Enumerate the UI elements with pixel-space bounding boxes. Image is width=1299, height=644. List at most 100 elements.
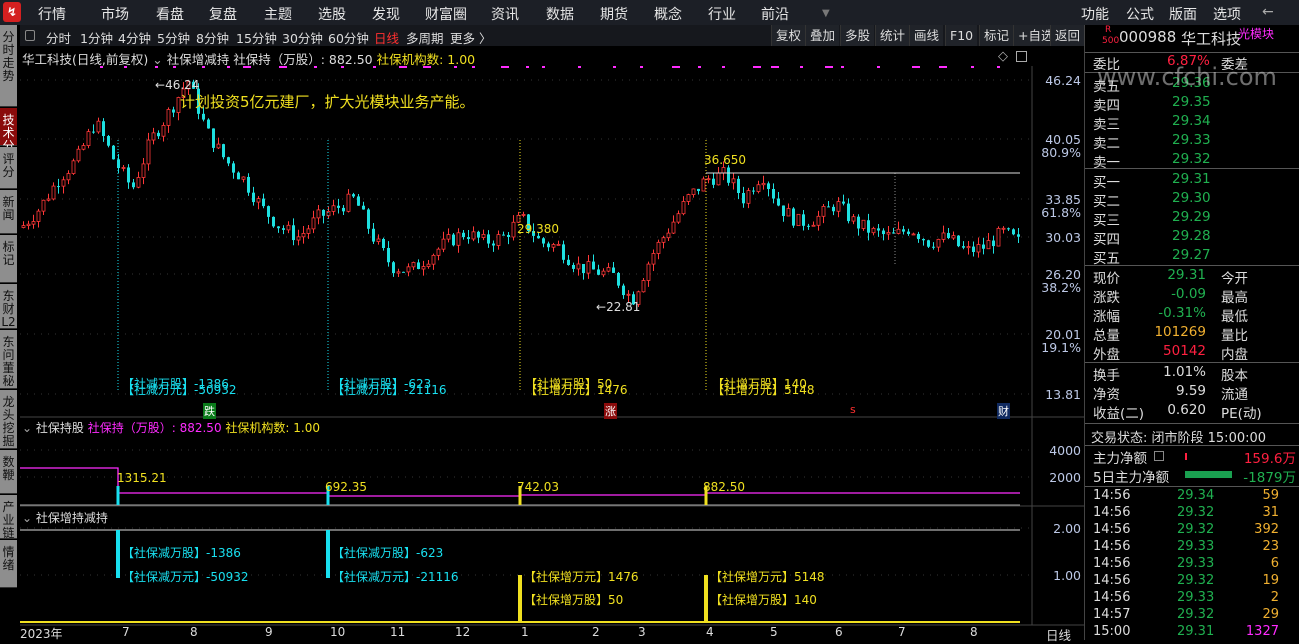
candle (462, 232, 465, 238)
stat-label: 换手 (1093, 368, 1120, 384)
candle (957, 235, 960, 247)
stock-title: 华工科技(日线,前复权) (22, 52, 149, 67)
candle (141, 163, 146, 178)
org-label: 社保机构数: 1.00 (376, 52, 476, 67)
price-axis-label: 38.2% (1041, 280, 1081, 295)
event-mark (753, 66, 761, 68)
candle (947, 232, 950, 239)
tick-price: 29.34 (1177, 488, 1215, 503)
news-annotation[interactable]: 计划投资5亿元建厂，扩大光模块业务产能。 (180, 91, 475, 112)
candle (902, 229, 905, 232)
candle (387, 248, 390, 263)
candle (601, 270, 606, 276)
panel-expand-icon[interactable] (1016, 51, 1027, 62)
panel2-axis-label: 2000 (1049, 470, 1081, 485)
candle (646, 263, 651, 281)
tick-price: 29.33 (1177, 539, 1215, 554)
candle (352, 194, 355, 197)
candle (871, 227, 876, 234)
candle (777, 198, 780, 206)
event-mark (672, 66, 680, 68)
candle (507, 234, 510, 237)
tick-time: 14:56 (1093, 556, 1131, 571)
watermark: www.cfchi.com (1097, 63, 1277, 91)
stat-label-2: PE(动) (1221, 406, 1262, 422)
candle (487, 234, 490, 244)
concept-tag[interactable]: 光模块 (1238, 25, 1274, 42)
event-tag[interactable]: 跌 (203, 403, 216, 419)
candle (76, 148, 81, 162)
stat-label: 总量 (1093, 328, 1120, 344)
panel3-header: ⌄ 社保增持减持 (22, 509, 108, 526)
indicator-toggle-icon[interactable]: ⌄ (22, 421, 32, 435)
panel3-name[interactable]: 社保增持减持 (36, 511, 108, 525)
low-label: ←22.81 (596, 300, 641, 314)
main-flow-value: 159.6万 (1243, 451, 1296, 467)
event-tag[interactable]: 财 (997, 403, 1010, 419)
candle (157, 132, 160, 137)
panel2-name[interactable]: 社保持股 (36, 421, 84, 435)
candle (92, 131, 95, 133)
candle (471, 231, 476, 240)
candle (306, 228, 311, 234)
bid-price: 29.27 (1172, 247, 1211, 263)
period-label[interactable]: 日线 (1046, 625, 1071, 644)
divider (1085, 423, 1299, 424)
candle (267, 206, 270, 217)
indicator-toggle-icon[interactable]: ⌄ (22, 511, 32, 525)
bid-label: 买四 (1093, 232, 1120, 248)
candle (36, 210, 41, 222)
detail-icon[interactable] (1154, 451, 1164, 461)
candle (656, 241, 661, 254)
stat-value: 9.59 (1175, 383, 1206, 399)
tick-volume: 2 (1270, 590, 1279, 605)
candle (676, 213, 681, 223)
back-arrow-icon[interactable]: ← (1262, 4, 1274, 20)
candle (792, 208, 795, 226)
panel3-axis-label: 1.00 (1053, 568, 1081, 583)
candle (996, 227, 1001, 247)
candle (796, 213, 801, 227)
stat-label-2: 股本 (1221, 368, 1248, 384)
menu-right-0[interactable]: 功能 (1081, 4, 1109, 24)
candle (861, 219, 866, 229)
hold-value: 742.03 (517, 480, 559, 494)
hold-bar (116, 486, 120, 505)
candle (836, 201, 841, 212)
candle (857, 216, 860, 229)
tick-price: 29.33 (1177, 590, 1215, 605)
stat-label: 外盘 (1093, 347, 1120, 363)
indicator-name[interactable]: 社保增减持 (167, 52, 230, 67)
change-label-b: 【社保增万股】140 (710, 593, 817, 607)
quote-panel: R 500 000988 华工科技 光模块 委比 6.87% 委差 卖五 29.36 卖四 29.35… (1084, 25, 1299, 640)
stat-label: 现价 (1093, 271, 1120, 287)
price-axis-label: 46.24 (1045, 73, 1081, 88)
candle (716, 172, 721, 186)
candle (202, 113, 205, 120)
price-axis-label: 80.9% (1041, 145, 1081, 160)
trade-status: 交易状态: 闭市阶段 15:00:00 (1091, 431, 1267, 446)
stat-label-2: 最高 (1221, 290, 1248, 306)
indicator-toggle-icon[interactable]: ⌄ (152, 52, 162, 67)
event-tag[interactable]: 涨 (604, 403, 617, 419)
candle (622, 285, 625, 296)
candle (807, 225, 810, 227)
event-mark (640, 66, 643, 68)
menu-right-2[interactable]: 版面 (1169, 4, 1197, 24)
date-axis-label: 1 (521, 625, 529, 639)
stat-label-2: 内盘 (1221, 347, 1248, 363)
candle (151, 132, 156, 141)
rank-badge: R (1105, 25, 1112, 35)
event-tag[interactable]: s (849, 403, 857, 416)
tick-time: 14:56 (1093, 539, 1131, 554)
event-mark (526, 66, 529, 68)
candle (927, 240, 930, 247)
stat-label-2: 量比 (1221, 328, 1248, 344)
diamond-icon[interactable]: ◇ (998, 49, 1008, 64)
candle (301, 233, 306, 238)
candle (376, 238, 381, 242)
menu-right-1[interactable]: 公式 (1126, 4, 1154, 24)
date-axis-label: 10 (330, 625, 346, 639)
change-label-a: 【社保减万股】-1386 (122, 546, 241, 560)
menu-right-3[interactable]: 选项 (1213, 4, 1241, 24)
